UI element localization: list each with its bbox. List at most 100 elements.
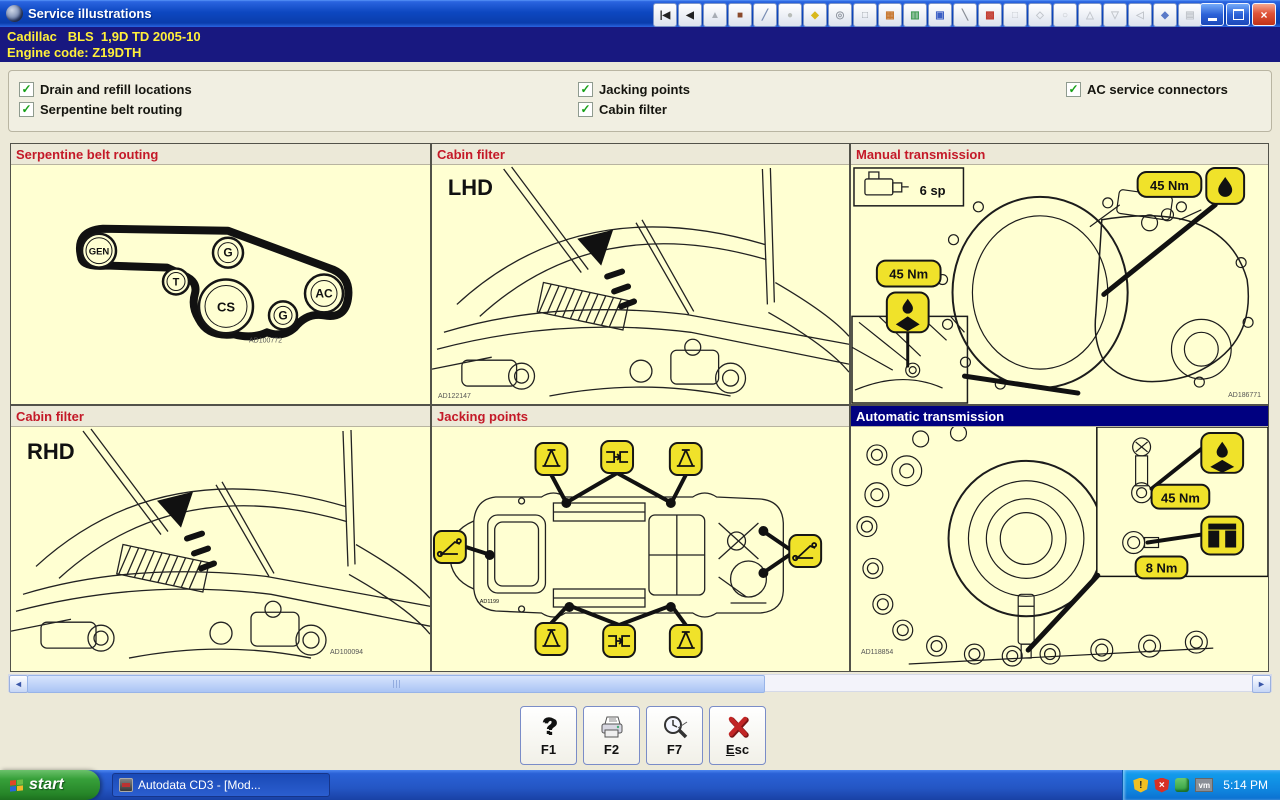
checkbox-label: Cabin filter xyxy=(599,102,667,117)
bodywork-icon[interactable]: □ xyxy=(853,3,877,27)
button-key-label: F2 xyxy=(604,742,619,757)
window-title: Service illustrations xyxy=(28,6,152,21)
checkbox-drain-refill[interactable]: ✓ Drain and refill locations xyxy=(19,82,192,97)
taskbar-clock[interactable]: 5:14 PM xyxy=(1223,778,1268,792)
spark-plug-icon[interactable]: ╲ xyxy=(953,3,977,27)
wrench-icon[interactable]: ◇ xyxy=(1028,3,1052,27)
panel-title[interactable]: Manual transmission xyxy=(851,144,1268,165)
panel-cabin-filter-lhd[interactable]: Cabin filter xyxy=(431,143,850,405)
spanner-icon[interactable]: △ xyxy=(1078,3,1102,27)
print-f2-button[interactable]: F2 xyxy=(583,706,640,765)
battery-icon[interactable]: ▩ xyxy=(978,3,1002,27)
engine-icon[interactable]: ◆ xyxy=(803,3,827,27)
panel-serpentine-belt[interactable]: Serpentine belt routing GEN G T CS G AC … xyxy=(10,143,431,405)
horizontal-scrollbar[interactable]: ◄ ► xyxy=(8,674,1272,692)
panel-title[interactable]: Cabin filter xyxy=(11,406,430,427)
panel-cabin-filter-rhd[interactable]: Cabin filter RHD AD100094 xyxy=(10,405,431,672)
network-status-icon[interactable] xyxy=(1175,778,1189,792)
inset-pointer-line xyxy=(1028,575,1098,650)
zoom-f7-button[interactable]: F7 xyxy=(646,706,703,765)
wheel-icon[interactable]: ◎ xyxy=(828,3,852,27)
illustration-code: AD186771 xyxy=(1228,392,1261,399)
pliers-icon[interactable]: ○ xyxy=(1053,3,1077,27)
back-icon[interactable]: ◀ xyxy=(678,3,702,27)
illustration-code: AD100772 xyxy=(249,337,282,344)
minimize-icon xyxy=(1208,18,1217,21)
first-page-icon[interactable]: |◀ xyxy=(653,3,677,27)
vehicle-model: Cadillac BLS 1,9D TD 2005-10 xyxy=(7,29,1280,45)
checkbox-jacking-points[interactable]: ✓ Jacking points xyxy=(578,82,690,97)
help-f1-button[interactable]: ? ? F1 xyxy=(520,706,577,765)
checkbox-icon[interactable]: ✓ xyxy=(1066,82,1081,97)
panel-manual-transmission[interactable]: Manual transmission xyxy=(850,143,1269,405)
escape-button[interactable]: Esc xyxy=(709,706,766,765)
scroll-left-button[interactable]: ◄ xyxy=(9,675,28,693)
manual-transmission-diagram: 6 sp 45 Nm 45 Nm AD186771 xyxy=(851,165,1268,404)
panel-title[interactable]: Automatic transmission xyxy=(851,406,1268,427)
button-key-label: F1 xyxy=(541,742,556,757)
rack-icon[interactable]: ▤ xyxy=(1178,3,1202,27)
illustration-code: AD118854 xyxy=(861,649,893,656)
storage-icon[interactable]: □ xyxy=(1003,3,1027,27)
svg-text:?: ? xyxy=(541,714,556,740)
panel-title[interactable]: Jacking points xyxy=(432,406,849,427)
warning-icon[interactable]: ▲ xyxy=(703,3,727,27)
checkbox-icon[interactable]: ✓ xyxy=(578,102,593,117)
taskbar-task-autodata[interactable]: Autodata CD3 - [Mod... xyxy=(112,773,330,797)
checkbox-serpentine-belt[interactable]: ✓ Serpentine belt routing xyxy=(19,102,182,117)
cabin-icon[interactable]: ▣ xyxy=(928,3,952,27)
panel-title[interactable]: Serpentine belt routing xyxy=(11,144,430,165)
manual-book-icon[interactable]: ■ xyxy=(728,3,752,27)
taskbar: start Autodata CD3 - [Mod... ! × vm 5:14… xyxy=(0,770,1280,800)
checkbox-ac-service[interactable]: ✓ AC service connectors xyxy=(1066,82,1228,97)
checkbox-cabin-filter[interactable]: ✓ Cabin filter xyxy=(578,102,667,117)
pulley-ac-label: AC xyxy=(315,286,333,300)
filler-pointer-line xyxy=(1104,205,1215,295)
button-key-label: F7 xyxy=(667,742,682,757)
checkbox-icon[interactable]: ✓ xyxy=(19,102,34,117)
technician-icon[interactable]: ▽ xyxy=(1103,3,1127,27)
drain-torque-label: 45 Nm xyxy=(1161,491,1200,506)
toolbar: |◀◀▲■╱●◆◎□▦▥▣╲▩□◇○△▽◁◆▤ xyxy=(653,3,1203,27)
checkbox-label: AC service connectors xyxy=(1087,82,1228,97)
pulley-t-label: T xyxy=(173,277,180,289)
restore-button[interactable] xyxy=(1226,3,1250,26)
illustration-filters: ✓ Drain and refill locations ✓ Serpentin… xyxy=(8,70,1272,132)
checkbox-icon[interactable]: ✓ xyxy=(578,82,593,97)
key-fob-icon[interactable]: ● xyxy=(778,3,802,27)
window-controls: × xyxy=(1200,3,1276,26)
vmware-tools-icon[interactable]: vm xyxy=(1195,778,1213,792)
jack-stand-badge xyxy=(670,443,702,475)
checkbox-label: Jacking points xyxy=(599,82,690,97)
scrollbar-thumb[interactable] xyxy=(27,675,765,693)
panel-title[interactable]: Cabin filter xyxy=(432,144,849,165)
jack-stand-badge xyxy=(670,625,702,657)
pen-icon[interactable]: ╱ xyxy=(753,3,777,27)
printer-icon xyxy=(599,714,625,740)
scroll-right-button[interactable]: ► xyxy=(1252,675,1271,693)
minimize-button[interactable] xyxy=(1200,3,1224,26)
gear-count-label: 6 sp xyxy=(920,183,946,198)
serpentine-belt-diagram: GEN G T CS G AC AD100772 xyxy=(11,165,430,404)
hazard-icon[interactable]: ◁ xyxy=(1128,3,1152,27)
level-torque-label: 8 Nm xyxy=(1146,560,1178,575)
start-button[interactable]: start xyxy=(0,770,100,800)
tools-icon[interactable]: ◆ xyxy=(1153,3,1177,27)
start-label: start xyxy=(29,776,64,794)
display-icon[interactable]: ▦ xyxy=(878,3,902,27)
magnifier-clock-icon xyxy=(662,714,688,740)
drain-torque-label: 45 Nm xyxy=(889,267,928,282)
security-warning-shield-icon[interactable]: ! xyxy=(1133,778,1148,793)
checkbox-icon[interactable]: ✓ xyxy=(19,82,34,97)
panel-automatic-transmission[interactable]: Automatic transmission xyxy=(850,405,1269,672)
system-tray: ! × vm 5:14 PM xyxy=(1122,770,1280,800)
panel-jacking-points[interactable]: Jacking points xyxy=(431,405,850,672)
checkbox-label: Drain and refill locations xyxy=(40,82,192,97)
antivirus-alert-shield-icon[interactable]: × xyxy=(1154,778,1169,793)
automatic-transmission-diagram: 45 Nm 8 Nm AD118854 xyxy=(851,427,1268,671)
close-icon: × xyxy=(1260,8,1267,22)
door-icon[interactable]: ▥ xyxy=(903,3,927,27)
close-button[interactable]: × xyxy=(1252,3,1276,26)
close-x-icon xyxy=(725,714,751,740)
service-illustrations-icon xyxy=(6,5,23,22)
